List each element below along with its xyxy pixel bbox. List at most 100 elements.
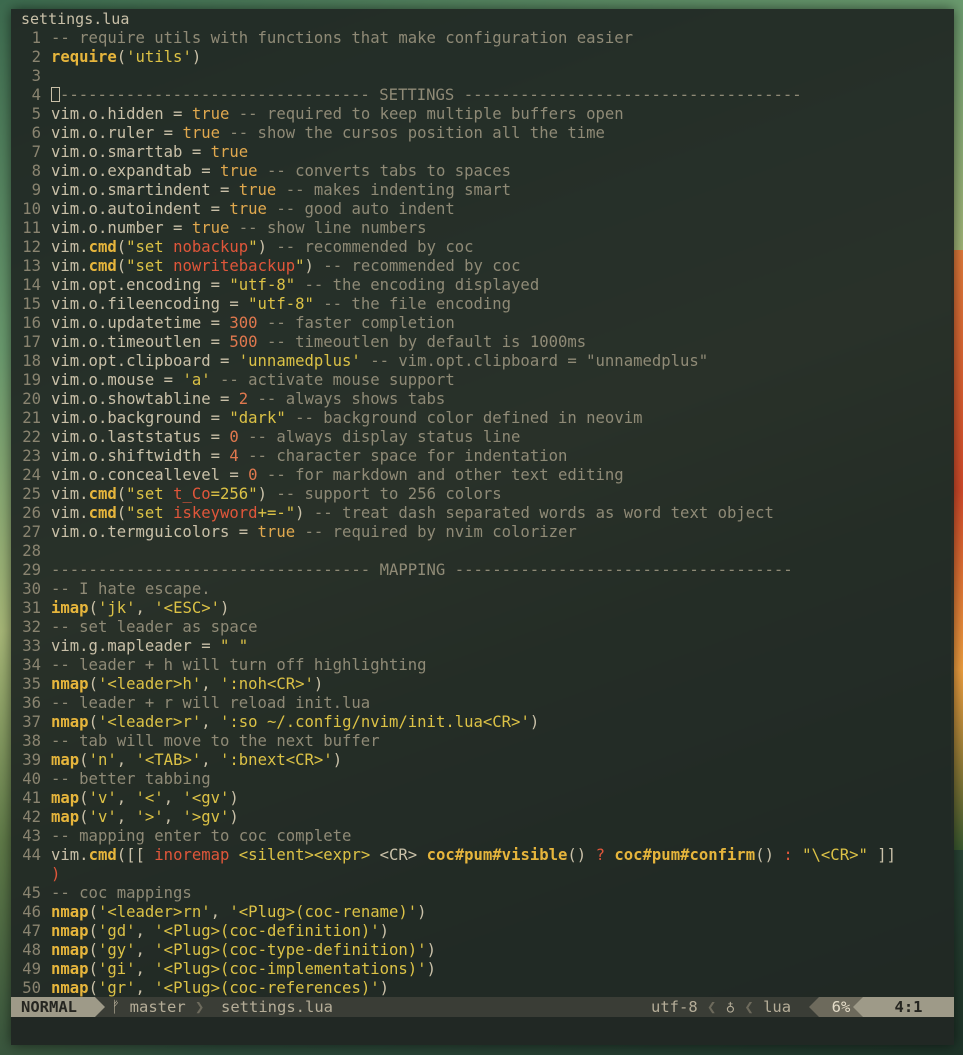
code-line[interactable]: 46 nmap('<leader>rn', '<Plug>(coc-rename)… <box>11 903 954 922</box>
code-line[interactable]: 40 -- better tabbing <box>11 770 954 789</box>
code-line[interactable]: 35 nmap('<leader>h', ':noh<CR>') <box>11 675 954 694</box>
code-line[interactable]: 12 vim.cmd("set nobackup") -- recommended… <box>11 238 954 257</box>
code-line[interactable]: 7 vim.o.smarttab = true <box>11 143 954 162</box>
line-number: 27 <box>22 523 41 541</box>
code-line[interactable]: 26 vim.cmd("set iskeyword+=-") -- treat d… <box>11 504 954 523</box>
code-line[interactable]: 11 vim.o.number = true -- show line numbe… <box>11 219 954 238</box>
code-line[interactable]: 15 vim.o.fileencoding = "utf-8" -- the fi… <box>11 295 954 314</box>
syntax-token: "\<CR>" <box>802 846 868 864</box>
code-line[interactable]: 34 -- leader + h will turn off highlighti… <box>11 656 954 675</box>
code-line[interactable]: 2 require('utils') <box>11 48 954 67</box>
code-line[interactable]: 14 vim.opt.encoding = "utf-8" -- the enco… <box>11 276 954 295</box>
syntax-token: -- converts tabs to spaces <box>257 162 512 180</box>
code-line[interactable]: 5 vim.o.hidden = true -- required to keep… <box>11 105 954 124</box>
code-line[interactable]: 38 -- tab will move to the next buffer <box>11 732 954 751</box>
line-content: vim.cmd([[ inoremap <silent><expr> <CR> … <box>41 846 896 865</box>
line-number: 3 <box>31 67 41 85</box>
line-content: nmap('gr', '<Plug>(coc-references)') <box>41 979 389 998</box>
code-line[interactable]: 6 vim.o.ruler = true -- show the cursos p… <box>11 124 954 143</box>
syntax-token: vim.o.expandtab = <box>51 162 220 180</box>
code-line[interactable]: 23 vim.o.shiftwidth = 4 -- character spac… <box>11 447 954 466</box>
code-line[interactable]: 44 vim.cmd([[ inoremap <silent><expr> <CR… <box>11 846 954 865</box>
code-line[interactable]: 25 vim.cmd("set t_Co=256") -- support to … <box>11 485 954 504</box>
syntax-token: -- set leader as space <box>51 618 258 636</box>
code-line[interactable]: 17 vim.o.timeoutlen = 500 -- timeoutlen b… <box>11 333 954 352</box>
line-content: nmap('<leader>r', ':so ~/.config/nvim/in… <box>41 713 539 732</box>
line-number: 33 <box>22 637 41 655</box>
code-line[interactable]: 10 vim.o.autoindent = true -- good auto i… <box>11 200 954 219</box>
code-line[interactable]: 22 vim.o.laststatus = 0 -- always display… <box>11 428 954 447</box>
code-line[interactable]: 4 --------------------------------- SETTI… <box>11 86 954 105</box>
code-line[interactable]: 19 vim.o.mouse = 'a' -- activate mouse su… <box>11 371 954 390</box>
code-line[interactable]: 48 nmap('gy', '<Plug>(coc-type-definition… <box>11 941 954 960</box>
syntax-token: cmd <box>88 846 117 864</box>
syntax-token: nmap <box>51 960 89 978</box>
syntax-token: -- leader + r will reload init.lua <box>51 694 371 712</box>
line-content: vim.o.mouse = 'a' -- activate mouse supp… <box>41 371 455 390</box>
code-line[interactable]: 9 vim.o.smartindent = true -- makes inden… <box>11 181 954 200</box>
syntax-token: '<Plug>(coc-references)' <box>154 979 380 997</box>
code-line[interactable]: 3 <box>11 67 954 86</box>
line-number: 16 <box>22 314 41 332</box>
separator-thin-left-icon: ❮ <box>707 998 717 1016</box>
line-content: ---------------------------------- MAPPI… <box>41 561 793 580</box>
code-line[interactable]: 16 vim.o.updatetime = 300 -- faster compl… <box>11 314 954 333</box>
code-line[interactable]: 29 ---------------------------------- MAP… <box>11 561 954 580</box>
syntax-token: ? <box>595 846 605 864</box>
syntax-token: vim.o.autoindent = <box>51 200 230 218</box>
code-line[interactable]: 31 imap('jk', '<ESC>') <box>11 599 954 618</box>
code-line[interactable]: 18 vim.opt.clipboard = 'unnamedplus' -- v… <box>11 352 954 371</box>
syntax-token: , <box>201 675 221 693</box>
line-number: 45 <box>22 884 41 902</box>
code-line[interactable]: 8 vim.o.expandtab = true -- converts tabs… <box>11 162 954 181</box>
syntax-token: cmd <box>88 257 117 275</box>
code-line[interactable]: 37 nmap('<leader>r', ':so ~/.config/nvim/… <box>11 713 954 732</box>
code-line[interactable]: 30 -- I hate escape. <box>11 580 954 599</box>
code-line[interactable]: 41 map('v', '<', '<gv') <box>11 789 954 808</box>
code-line[interactable]: 43 -- mapping enter to coc complete <box>11 827 954 846</box>
line-content: vim.opt.clipboard = 'unnamedplus' -- vim… <box>41 352 708 371</box>
syntax-token: '<TAB>' <box>135 751 202 769</box>
syntax-token: vim. <box>51 846 89 864</box>
syntax-token: -- leader + h will turn off highlighting <box>51 656 427 674</box>
syntax-token: ':so ~/.config/nvim/init.lua<CR>' <box>220 713 530 731</box>
syntax-token: 4 <box>229 447 239 465</box>
code-line[interactable]: 28 <box>11 542 954 561</box>
syntax-token: ( <box>88 960 98 978</box>
code-line[interactable]: 21 vim.o.background = "dark" -- backgroun… <box>11 409 954 428</box>
code-line[interactable]: 32 -- set leader as space <box>11 618 954 637</box>
syntax-token: "utf-8" <box>229 276 296 294</box>
syntax-token: <CR> <box>370 846 427 864</box>
syntax-token: , <box>135 941 155 959</box>
code-line[interactable]: 47 nmap('gd', '<Plug>(coc-definition)') <box>11 922 954 941</box>
editor-buffer[interactable]: 1 -- require utils with functions that ma… <box>11 29 954 998</box>
syntax-token: , <box>135 922 155 940</box>
line-content: map('n', '<TAB>', ':bnext<CR>') <box>41 751 342 770</box>
line-number: 12 <box>22 238 41 256</box>
code-line[interactable]: ) <box>11 865 954 884</box>
line-number: 40 <box>22 770 41 788</box>
line-content: -- mapping enter to coc complete <box>41 827 351 846</box>
line-number: 48 <box>22 941 41 959</box>
line-content: vim.cmd("set t_Co=256") -- support to 25… <box>41 485 502 504</box>
code-line[interactable]: 33 vim.g.mapleader = " " <box>11 637 954 656</box>
file-encoding: utf-8 <box>651 998 698 1016</box>
code-line[interactable]: 13 vim.cmd("set nowritebackup") -- recomm… <box>11 257 954 276</box>
code-line[interactable]: 24 vim.o.conceallevel = 0 -- for markdown… <box>11 466 954 485</box>
code-line[interactable]: 27 vim.o.termguicolors = true -- required… <box>11 523 954 542</box>
code-line[interactable]: 50 nmap('gr', '<Plug>(coc-references)') <box>11 979 954 998</box>
line-content: vim.o.conceallevel = 0 -- for markdown a… <box>41 466 624 485</box>
code-line[interactable]: 36 -- leader + r will reload init.lua <box>11 694 954 713</box>
syntax-token: ) <box>51 865 61 883</box>
command-line[interactable] <box>11 1017 954 1045</box>
code-line[interactable]: 49 nmap('gi', '<Plug>(coc-implementations… <box>11 960 954 979</box>
line-number: 49 <box>22 960 41 978</box>
syntax-token: , <box>135 979 155 997</box>
terminal-window[interactable]: settings.lua 1 -- require utils with func… <box>11 9 954 1045</box>
code-line[interactable]: 42 map('v', '>', '>gv') <box>11 808 954 827</box>
code-line[interactable]: 45 -- coc mappings <box>11 884 954 903</box>
code-line[interactable]: 20 vim.o.showtabline = 2 -- always shows … <box>11 390 954 409</box>
code-line[interactable]: 39 map('n', '<TAB>', ':bnext<CR>') <box>11 751 954 770</box>
code-line[interactable]: 1 -- require utils with functions that ma… <box>11 29 954 48</box>
syntax-token: ) <box>191 48 202 66</box>
